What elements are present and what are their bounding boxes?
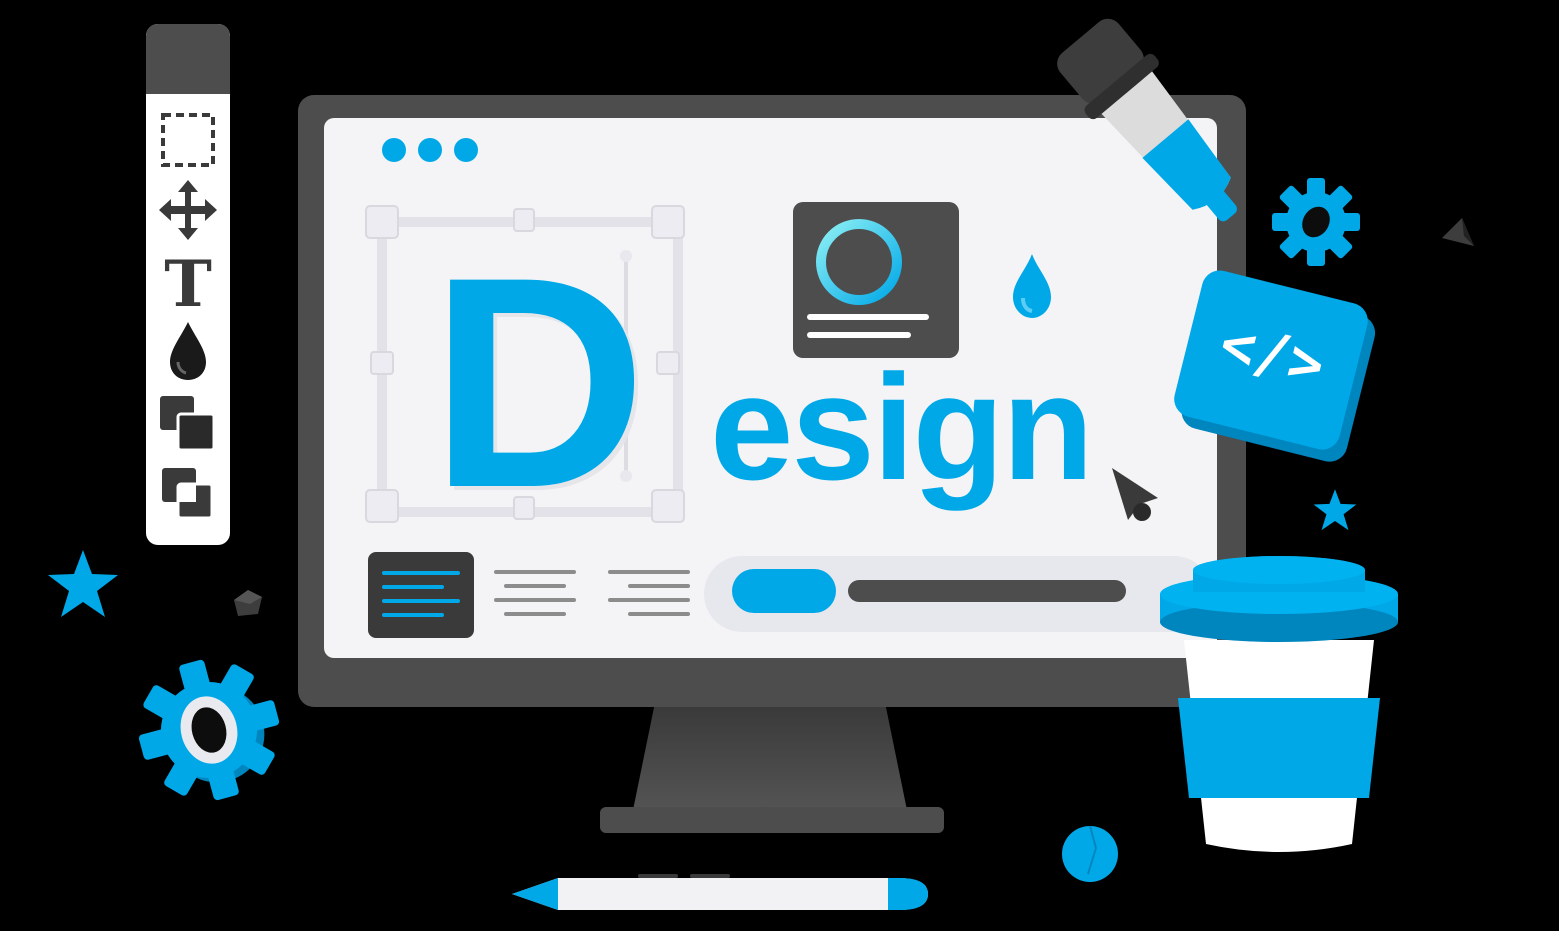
window-dot-2[interactable] [418,138,442,162]
monitor-stand [632,707,908,815]
move-icon[interactable] [156,178,220,242]
text-tool-icon[interactable]: T [156,247,220,322]
text-tool-glyph: T [164,248,212,312]
design-heading-letter[interactable]: D [430,232,647,532]
ball-shape [1062,825,1118,882]
tool-palette-header [146,24,230,94]
window-dot-1[interactable] [382,138,406,162]
resize-handle-bl [365,489,399,523]
profile-card[interactable] [793,202,959,358]
align-left-button[interactable] [368,552,474,638]
avatar [816,219,902,305]
tool-palette: T [146,24,230,545]
cube-shape [234,590,262,616]
monitor-base [600,807,944,833]
window-dot-3[interactable] [454,138,478,162]
gear-icon [1272,178,1360,266]
resize-handle-left [370,351,394,375]
arrange-icon[interactable] [156,462,220,526]
align-right-button[interactable] [606,566,692,622]
design-heading-rest: esign [710,343,1094,511]
star-small-icon [1313,489,1357,531]
slider-track[interactable] [848,580,1126,602]
layers-icon[interactable] [156,390,220,454]
resize-handle-br [651,489,685,523]
cursor-icon [1112,468,1158,521]
eyedropper-icon[interactable] [1030,10,1300,260]
water-drop-icon [1013,254,1051,318]
code-tag-label: </> [1213,308,1332,400]
resize-handle-right [656,351,680,375]
toggle-button[interactable] [732,569,836,613]
fill-drop-icon[interactable] [156,318,220,382]
select-rect-icon[interactable] [156,110,220,174]
settings-gear-icon [138,659,280,801]
align-center-button[interactable] [492,566,578,622]
resize-handle-tr [651,205,685,239]
coffee-cup-icon [1160,556,1398,852]
resize-handle-tl [365,205,399,239]
triangle-shape [1442,218,1474,246]
pen-icon [512,874,928,910]
star-icon [48,550,118,617]
